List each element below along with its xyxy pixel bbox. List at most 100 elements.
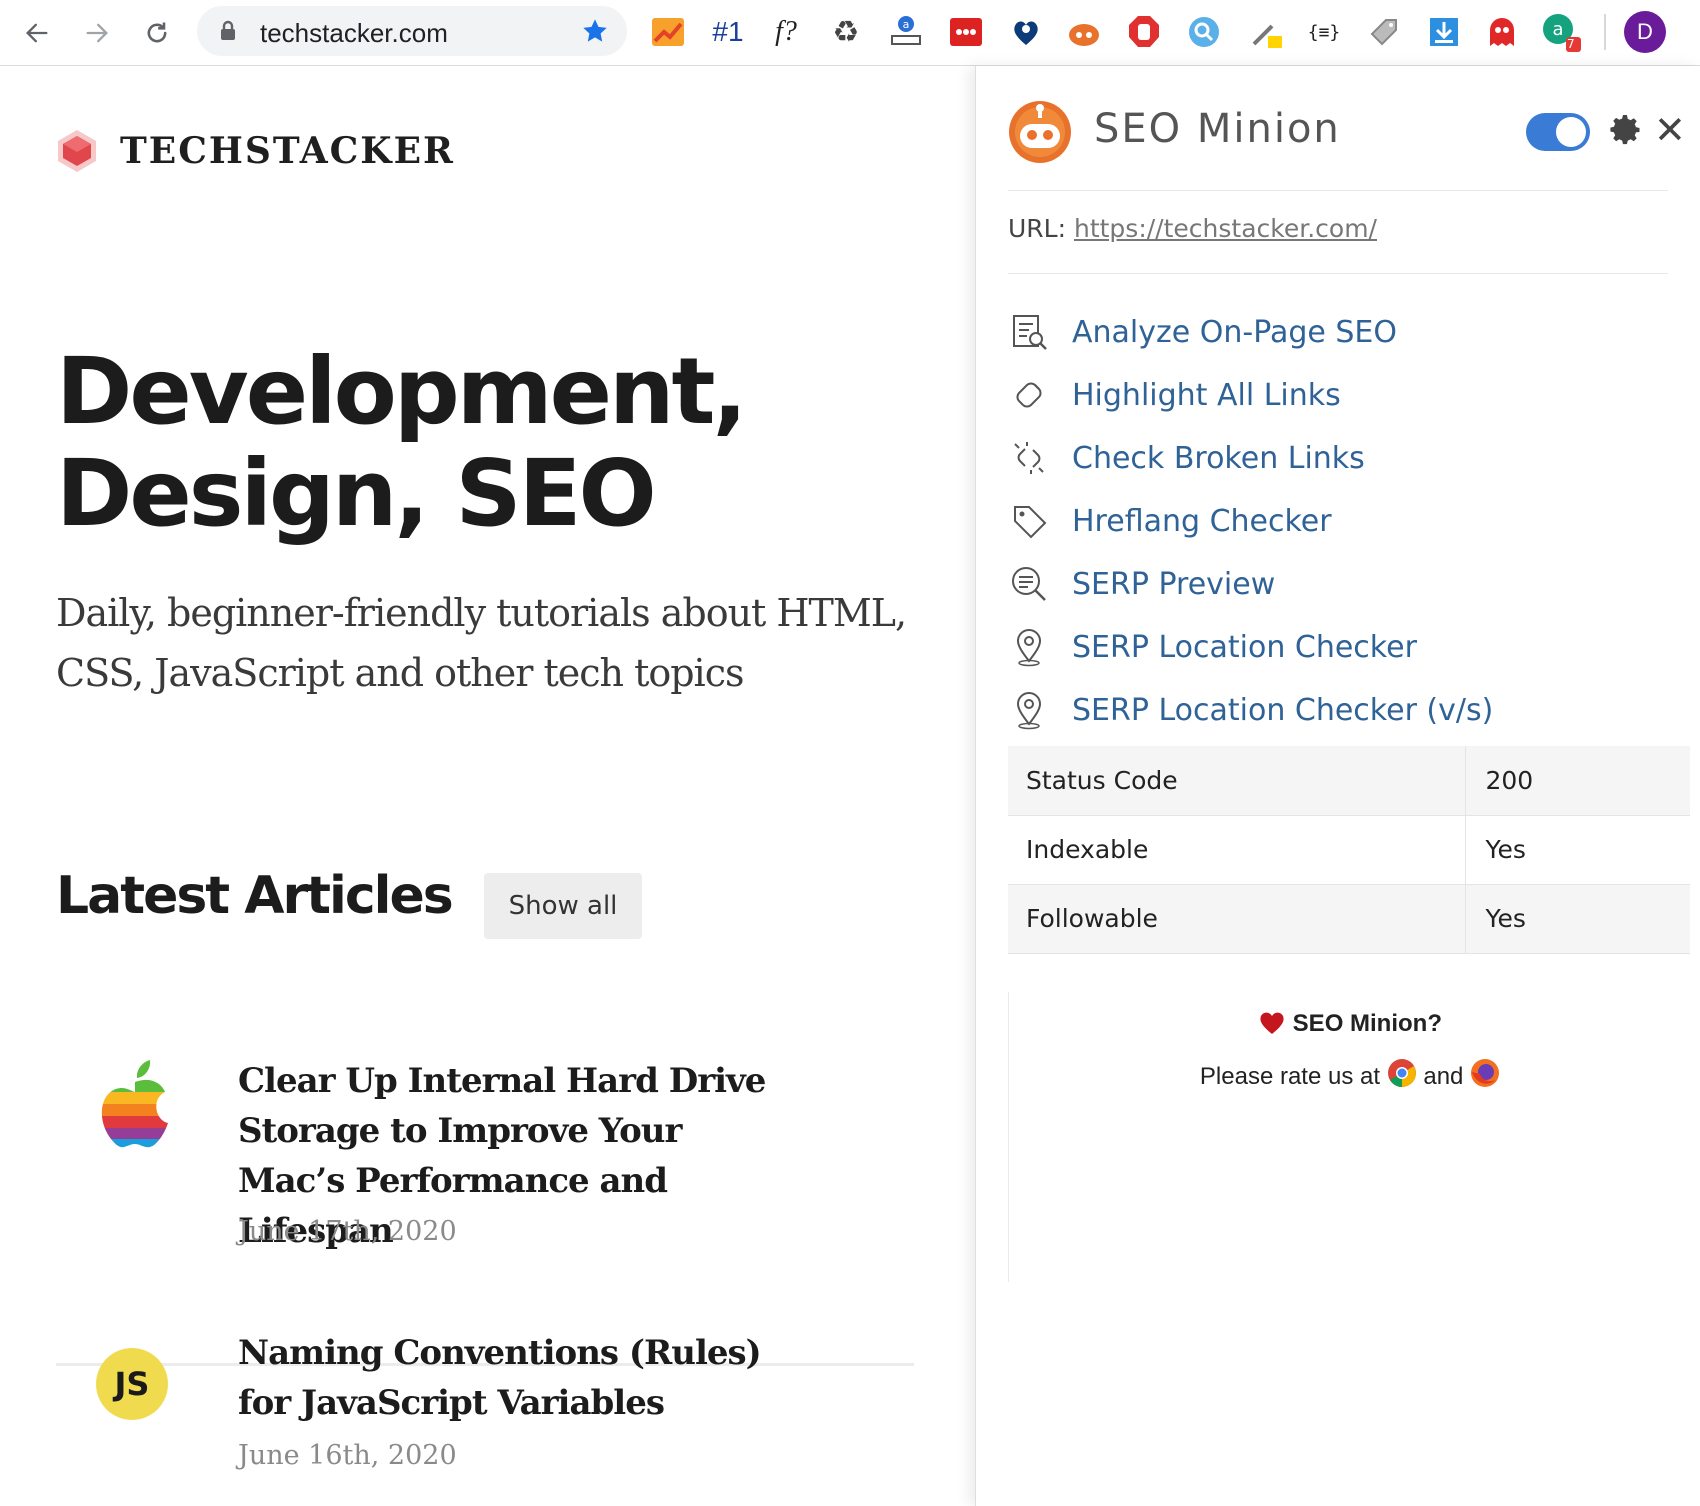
panel-divider bbox=[1008, 190, 1668, 191]
svg-text:a: a bbox=[1552, 19, 1563, 40]
menu-label: SERP Location Checker bbox=[1072, 629, 1417, 665]
ext-heart[interactable] bbox=[1004, 10, 1048, 54]
ext-amazon[interactable]: a bbox=[884, 10, 928, 54]
ext-eyedropper[interactable] bbox=[1244, 10, 1288, 54]
forward-button[interactable] bbox=[77, 13, 117, 53]
firefox-icon[interactable] bbox=[1470, 1058, 1500, 1088]
ext-grammarly[interactable]: a 7 bbox=[1540, 10, 1584, 54]
site-logo[interactable]: TECHSTACKER bbox=[54, 128, 455, 174]
address-bar-url: techstacker.com bbox=[260, 18, 448, 48]
stat-key: Indexable bbox=[1008, 815, 1466, 885]
amazon-scale-icon: a bbox=[891, 16, 921, 45]
adblock-icon bbox=[1129, 16, 1159, 47]
extension-toggle[interactable] bbox=[1526, 113, 1590, 151]
extension-badge: 7 bbox=[1567, 37, 1575, 51]
ext-magnifier[interactable] bbox=[1182, 10, 1226, 54]
rate-and: and bbox=[1423, 1063, 1464, 1090]
hero-title: Development, Design, SEO bbox=[56, 341, 956, 545]
magnifier-icon bbox=[1189, 17, 1219, 47]
ext-recycle[interactable]: ♻ bbox=[824, 10, 868, 54]
rate-line: Please rate us at and bbox=[1009, 1058, 1691, 1091]
hero-subtitle: Daily, beginner-friendly tutorials about… bbox=[56, 591, 907, 695]
chrome-icon[interactable] bbox=[1387, 1058, 1417, 1088]
website-content: TECHSTACKER Development, Design, SEO Dai… bbox=[0, 66, 975, 1506]
menu-analyze-on-page-seo[interactable]: Analyze On-Page SEO bbox=[1008, 306, 1648, 358]
json-icon: {≡} bbox=[1307, 21, 1341, 43]
rate-title: SEO Minion? bbox=[1009, 1010, 1691, 1038]
article-date: June 17th, 2020 bbox=[238, 1216, 457, 1247]
ghost-icon bbox=[1490, 18, 1514, 46]
stats-row: Followable Yes bbox=[1008, 884, 1690, 954]
menu-label: Highlight All Links bbox=[1072, 377, 1341, 413]
url-label: URL: bbox=[1008, 214, 1067, 243]
menu-check-broken-links[interactable]: Check Broken Links bbox=[1008, 432, 1648, 484]
apple-logo-icon bbox=[101, 1060, 169, 1148]
menu-label: Hreflang Checker bbox=[1072, 503, 1332, 539]
article-title[interactable]: Naming Conventions (Rules) for JavaScrip… bbox=[238, 1328, 798, 1428]
close-icon[interactable]: ✕ bbox=[1654, 111, 1686, 149]
heart-icon bbox=[1260, 1012, 1284, 1034]
menu-label: Analyze On-Page SEO bbox=[1072, 314, 1397, 350]
ext-tag[interactable] bbox=[1362, 10, 1406, 54]
ext-dots[interactable] bbox=[944, 10, 988, 54]
page-url-row: URL: https://techstacker.com/ bbox=[1008, 214, 1377, 243]
menu-label: SERP Location Checker (v/s) bbox=[1072, 692, 1494, 728]
hero-title-line-2: Design, SEO bbox=[56, 440, 657, 547]
bookmark-star-icon[interactable] bbox=[581, 17, 609, 45]
ext-rank[interactable]: #1 bbox=[706, 10, 750, 54]
article-card[interactable]: JS Naming Conventions (Rules) for JavaSc… bbox=[56, 1328, 914, 1498]
reload-icon bbox=[147, 22, 167, 43]
show-all-button[interactable]: Show all bbox=[484, 873, 642, 939]
trend-icon bbox=[652, 18, 684, 46]
ext-ghost[interactable] bbox=[1480, 10, 1524, 54]
menu-hreflang-checker[interactable]: Hreflang Checker bbox=[1008, 495, 1648, 547]
gear-icon[interactable] bbox=[1608, 112, 1644, 148]
stat-key: Status Code bbox=[1008, 746, 1466, 816]
menu-highlight-all-links[interactable]: Highlight All Links bbox=[1008, 369, 1648, 421]
tag-icon bbox=[1370, 19, 1397, 46]
recycle-icon: ♻ bbox=[832, 15, 860, 49]
broken-link-icon bbox=[1008, 437, 1050, 479]
map-pin-icon bbox=[1008, 626, 1050, 668]
menu-serp-location-checker[interactable]: SERP Location Checker bbox=[1008, 621, 1648, 673]
url-link[interactable]: https://techstacker.com/ bbox=[1074, 214, 1377, 243]
toolbar-separator bbox=[1604, 14, 1606, 50]
panel-title: SEO Minion bbox=[1094, 106, 1341, 152]
menu-label: Check Broken Links bbox=[1072, 440, 1365, 476]
eyedropper-icon bbox=[1252, 24, 1282, 48]
ext-seo-minion[interactable] bbox=[1062, 10, 1106, 54]
menu-serp-preview[interactable]: SERP Preview bbox=[1008, 558, 1648, 610]
ext-json[interactable]: {≡} bbox=[1302, 10, 1346, 54]
rate-title-text: SEO Minion? bbox=[1292, 1010, 1442, 1037]
download-icon bbox=[1430, 18, 1458, 46]
back-button[interactable] bbox=[17, 13, 57, 53]
ext-trend[interactable] bbox=[646, 10, 690, 54]
ext-adblock[interactable] bbox=[1122, 10, 1166, 54]
article-thumbnail bbox=[96, 1058, 174, 1155]
hero-title-line-1: Development, bbox=[56, 338, 747, 445]
browser-toolbar: techstacker.com #1 f? ♻ a {≡} a 7 D bbox=[0, 0, 1700, 66]
grammarly-icon: a bbox=[1543, 14, 1581, 52]
address-bar[interactable]: techstacker.com bbox=[197, 6, 627, 56]
menu-serp-location-checker-vs[interactable]: SERP Location Checker (v/s) bbox=[1008, 684, 1648, 736]
article-thumbnail: JS bbox=[96, 1348, 168, 1420]
article-date: June 16th, 2020 bbox=[238, 1440, 457, 1471]
latest-articles-heading: Latest Articles bbox=[56, 866, 454, 926]
link-icon bbox=[1008, 374, 1050, 416]
font-question-icon: f? bbox=[775, 16, 797, 47]
ext-font[interactable]: f? bbox=[764, 10, 808, 54]
profile-avatar[interactable]: D bbox=[1624, 11, 1666, 53]
forward-arrow-icon bbox=[86, 23, 108, 43]
rate-us-box: SEO Minion? Please rate us at and bbox=[1008, 992, 1690, 1282]
seo-minion-panel: SEO Minion ✕ URL: https://techstacker.co… bbox=[975, 66, 1700, 1506]
reload-button[interactable] bbox=[137, 13, 177, 53]
dots-red-icon bbox=[950, 18, 982, 46]
rank-one-icon: #1 bbox=[712, 16, 744, 47]
ext-download[interactable] bbox=[1422, 10, 1466, 54]
article-card[interactable]: Clear Up Internal Hard Drive Storage to … bbox=[56, 1056, 914, 1336]
lock-icon bbox=[221, 20, 235, 40]
document-search-icon bbox=[1008, 311, 1050, 353]
stat-key: Followable bbox=[1008, 884, 1466, 954]
cube-logo-icon bbox=[58, 130, 96, 172]
seo-minion-icon bbox=[1069, 24, 1099, 46]
